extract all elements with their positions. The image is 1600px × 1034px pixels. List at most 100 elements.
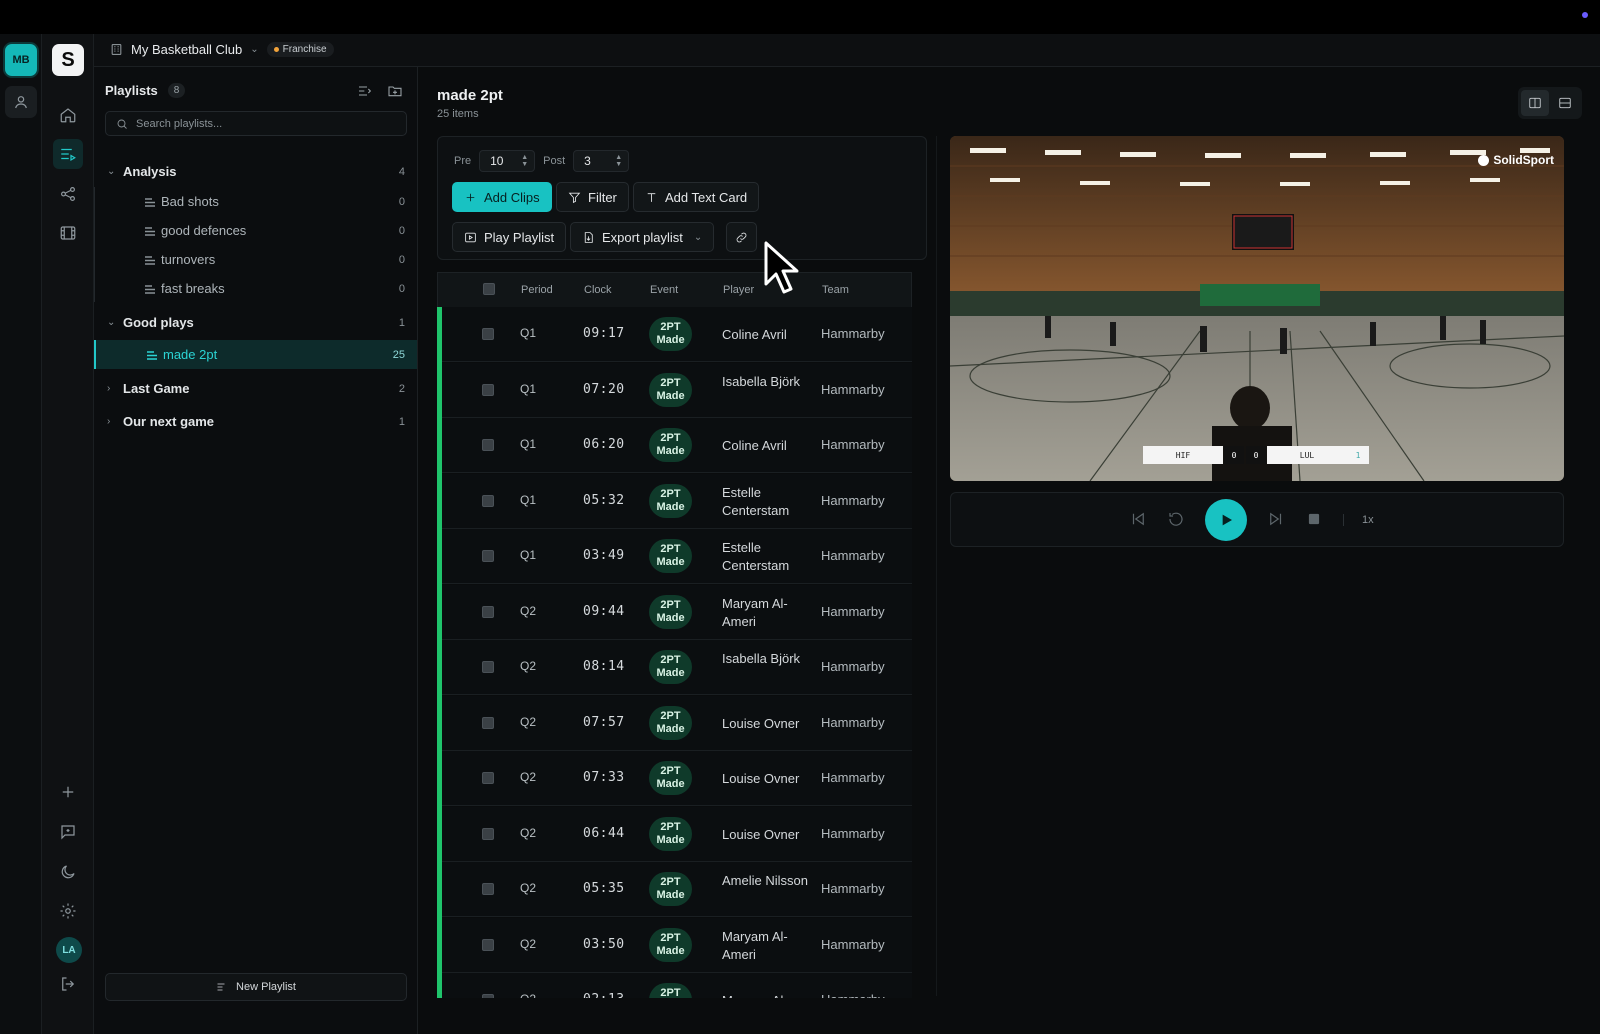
playlist-item-made-2pt[interactable]: made 2pt 25 <box>94 340 417 369</box>
search-input[interactable] <box>136 117 396 130</box>
layout-toggle <box>1518 87 1582 119</box>
made-indicator-bar <box>437 806 442 863</box>
play-playlist-button[interactable]: Play Playlist <box>452 222 567 252</box>
playback-speed[interactable]: 1x <box>1343 514 1374 526</box>
row-checkbox[interactable] <box>482 883 494 895</box>
new-folder-icon[interactable] <box>387 83 403 102</box>
table-row[interactable]: Q1 03:49 2PT Made Estelle Centerstam Hammarby <box>437 529 912 585</box>
club-switcher[interactable]: My Basketball Club ⌄ Franchise <box>110 42 334 57</box>
split-horizontal-layout-icon[interactable] <box>1551 90 1579 116</box>
column-header-period[interactable]: Period <box>521 284 553 296</box>
split-vertical-layout-icon[interactable] <box>1521 90 1549 116</box>
add-clips-button[interactable]: Add Clips <box>452 182 552 212</box>
column-header-event[interactable]: Event <box>650 284 678 296</box>
playlist-item[interactable]: good defences 0 <box>94 216 417 245</box>
row-checkbox[interactable] <box>482 772 494 784</box>
stepper-arrows-icon[interactable]: ▲ ▼ <box>615 154 622 168</box>
row-checkbox[interactable] <box>482 494 494 507</box>
row-checkbox[interactable] <box>482 994 494 998</box>
cell-clock: 03:49 <box>583 548 625 563</box>
cell-team: Hammarby <box>821 714 885 730</box>
new-playlist-button[interactable]: New Playlist <box>105 973 407 1001</box>
row-checkbox[interactable] <box>482 383 494 396</box>
theme-moon-icon[interactable] <box>53 857 83 887</box>
group-good-plays[interactable]: ⌄ Good plays 1 <box>94 308 417 337</box>
row-checkbox[interactable] <box>482 439 494 451</box>
replay-icon[interactable] <box>1167 510 1185 531</box>
table-row[interactable]: Q2 02:13 2PTMade Maryam Al- Hammarby <box>437 973 912 998</box>
filter-button[interactable]: Filter <box>556 182 629 212</box>
playlist-icon <box>144 225 156 236</box>
user-icon[interactable] <box>5 86 37 118</box>
table-row[interactable]: Q2 07:33 2PT Made Louise Ovner Hammarby <box>437 751 912 807</box>
row-checkbox[interactable] <box>482 550 494 562</box>
row-checkbox[interactable] <box>482 716 494 729</box>
group-analysis[interactable]: ⌄ Analysis 4 <box>94 157 417 186</box>
event-badge: 2PTMade <box>649 816 692 851</box>
column-header-team[interactable]: Team <box>822 284 849 296</box>
play-square-icon <box>465 232 476 242</box>
row-checkbox[interactable] <box>482 328 494 340</box>
app-logo[interactable]: S <box>52 44 84 76</box>
home-icon[interactable] <box>53 100 83 130</box>
video-player[interactable]: SolidSport HIF 0 0 LUL 1 <box>950 136 1564 481</box>
item-count: 25 items <box>437 108 479 120</box>
collapse-all-icon[interactable] <box>357 83 373 102</box>
made-indicator-bar <box>437 584 442 641</box>
row-checkbox[interactable] <box>482 661 494 673</box>
table-row[interactable]: Q1 09:17 2PT Made Coline Avril Hammarby <box>437 307 912 363</box>
add-text-card-button[interactable]: Add Text Card <box>633 182 760 212</box>
search-playlists[interactable] <box>105 111 407 136</box>
made-indicator-bar <box>437 307 442 363</box>
playlist-item[interactable]: turnovers 0 <box>94 245 417 274</box>
group-last-game[interactable]: › Last Game 2 <box>94 374 417 403</box>
row-checkbox[interactable] <box>482 827 494 840</box>
row-checkbox[interactable] <box>482 938 494 951</box>
share-icon[interactable] <box>53 179 83 209</box>
playlist-item[interactable]: Bad shots 0 <box>94 187 417 216</box>
group-our-next-game[interactable]: › Our next game 1 <box>94 407 417 436</box>
row-checkbox[interactable] <box>482 605 494 618</box>
export-playlist-button[interactable]: Export playlist ⌄ <box>570 222 715 252</box>
table-row[interactable]: Q2 03:50 2PT Made Maryam Al-Ameri Hammarby <box>437 917 912 974</box>
cell-team: Hammarby <box>821 881 885 896</box>
select-all-checkbox[interactable] <box>483 283 495 295</box>
column-header-player[interactable]: Player <box>723 284 754 296</box>
table-row[interactable]: Q1 06:20 2PT Made Coline Avril Hammarby <box>437 418 912 474</box>
feedback-icon[interactable] <box>53 817 83 847</box>
top-header: My Basketball Club ⌄ Franchise <box>94 34 1600 67</box>
skip-next-icon[interactable] <box>1267 510 1285 531</box>
main-content: made 2pt 25 items Pre 10 ▲ ▼ Post 3 ▲ ▼ Ad… <box>418 67 1600 1034</box>
cell-period: Q2 <box>520 659 537 673</box>
share-link-button[interactable] <box>726 222 757 252</box>
settings-gear-icon[interactable] <box>53 896 83 926</box>
user-avatar[interactable]: LA <box>56 937 82 963</box>
stop-icon[interactable] <box>1305 510 1323 531</box>
table-row[interactable]: Q2 09:44 2PT Made Maryam Al-Ameri Hammarby <box>437 584 912 641</box>
play-button[interactable] <box>1205 499 1247 541</box>
table-row[interactable]: Q1 05:32 2PT Made Estelle Centerstam Hammarby <box>437 473 912 530</box>
table-row[interactable]: Q2 05:35 2PT Made Amelie Nilsson Hammarby <box>437 862 912 918</box>
club-name: My Basketball Club <box>131 42 243 57</box>
stepper-arrows-icon[interactable]: ▲ ▼ <box>521 154 528 168</box>
skip-previous-icon[interactable] <box>1129 510 1147 531</box>
film-icon[interactable] <box>53 218 83 248</box>
cell-clock: 08:14 <box>583 659 625 674</box>
playlists-icon[interactable] <box>53 139 83 169</box>
cell-team: Hammarby <box>821 326 885 341</box>
table-row[interactable]: Q2 06:44 2PT Made Louise Ovner Hammarby <box>437 806 912 863</box>
table-row[interactable]: Q2 07:57 2PT Made Louise Ovner Hammarby <box>437 695 912 752</box>
column-header-clock[interactable]: Clock <box>584 284 612 296</box>
cell-player: Louise Ovner <box>722 771 800 786</box>
logout-icon[interactable] <box>53 969 83 999</box>
table-row[interactable]: Q2 08:14 2PT Made Isabella Björk Hammarby <box>437 640 912 696</box>
post-stepper[interactable]: 3 ▲ ▼ <box>573 150 630 172</box>
org-switcher[interactable]: MB <box>5 44 37 76</box>
table-row[interactable]: Q1 07:20 2PT Made Isabella Björk Hammarby <box>437 362 912 419</box>
cell-clock: 06:20 <box>583 437 625 452</box>
chevron-right-icon: › <box>107 383 111 394</box>
add-icon[interactable] <box>53 777 83 807</box>
pre-stepper[interactable]: 10 ▲ ▼ <box>479 150 536 172</box>
playlist-item[interactable]: fast breaks 0 <box>94 274 417 303</box>
cell-period: Q1 <box>520 548 537 562</box>
